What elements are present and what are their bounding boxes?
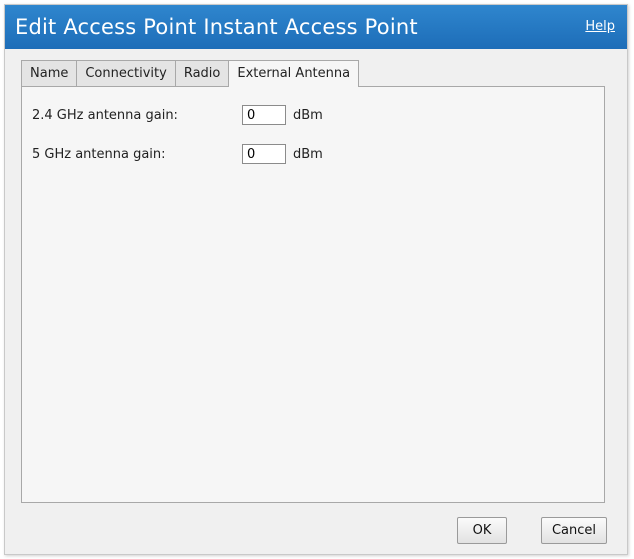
tab-name[interactable]: Name — [21, 60, 77, 87]
dialog-title: Edit Access Point Instant Access Point — [15, 15, 418, 39]
external-antenna-panel: 2.4 GHz antenna gain: dBm 5 GHz antenna … — [21, 86, 605, 503]
tab-connectivity[interactable]: Connectivity — [76, 60, 175, 87]
gain-5-row: 5 GHz antenna gain: dBm — [32, 142, 323, 166]
gain-24-label: 2.4 GHz antenna gain: — [32, 107, 178, 123]
tab-external-antenna[interactable]: External Antenna — [228, 60, 360, 87]
ok-button[interactable]: OK — [457, 517, 507, 544]
tab-bar: Name Connectivity Radio External Antenna — [21, 60, 360, 87]
gain-5-unit: dBm — [293, 146, 323, 162]
gain-24-unit: dBm — [293, 107, 323, 123]
gain-5-label: 5 GHz antenna gain: — [32, 146, 166, 162]
gain-5-input[interactable] — [242, 144, 286, 164]
help-link[interactable]: Help — [585, 19, 615, 34]
tab-radio[interactable]: Radio — [174, 60, 229, 87]
cancel-button[interactable]: Cancel — [541, 517, 607, 544]
dialog-titlebar: Edit Access Point Instant Access Point H… — [5, 5, 627, 49]
edit-access-point-dialog: Edit Access Point Instant Access Point H… — [4, 4, 628, 555]
gain-24-row: 2.4 GHz antenna gain: dBm — [32, 103, 323, 127]
gain-24-input[interactable] — [242, 105, 286, 125]
